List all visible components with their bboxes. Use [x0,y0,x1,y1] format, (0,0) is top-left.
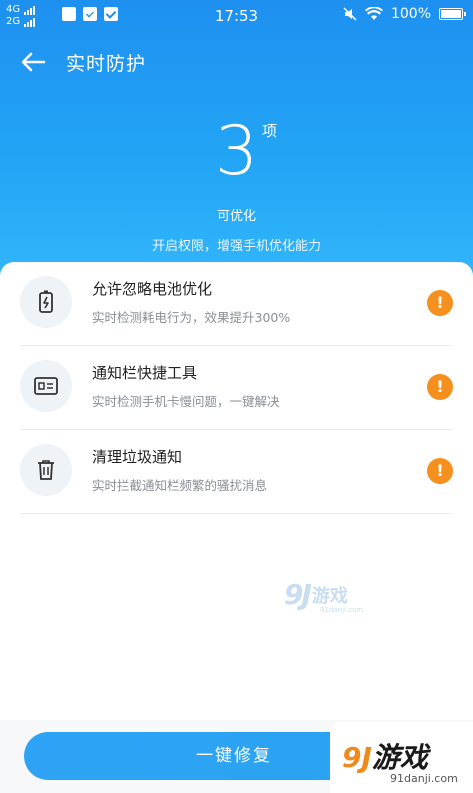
item-icon-wrapper [20,444,72,496]
watermark-url: 91danji.com [320,606,364,614]
optimizable-count: 3 [214,112,259,191]
watermark: 9J 游戏 91danji.com [284,578,363,614]
item-title: 通知栏快捷工具 [92,364,198,382]
site-logo-number: 9J [342,741,372,774]
battery-percent: 100% [390,6,431,22]
warning-icon[interactable]: ! [427,374,453,400]
list-item-clean-notifications[interactable]: 清理垃圾通知 实时拦截通知栏频繁的骚扰消息 ! [0,430,473,514]
trash-icon [38,460,54,480]
count-unit: 项 [262,122,278,140]
list-item-battery-optimization[interactable]: 允许忽略电池优化 实时检测耗电行为，效果提升300% ! [0,262,473,346]
count-caption: 可优化 [216,209,256,224]
arrow-left-icon [21,52,46,72]
warning-icon[interactable]: ! [427,458,453,484]
site-logo-text: 游戏 [371,741,428,774]
id-card-icon [34,377,58,395]
site-logo-mark: 9J游戏 [342,736,428,776]
site-logo: 9J游戏 91danji.com [330,722,473,793]
site-logo-url: 91danji.com [390,772,458,785]
warning-icon[interactable]: ! [427,290,453,316]
mute-icon [343,7,357,21]
item-title: 允许忽略电池优化 [92,280,213,298]
status-bar: 4G 2G 17:53 100% [0,0,473,32]
battery-icon [439,8,466,20]
battery-charging-icon [39,290,53,313]
item-icon-wrapper [20,360,72,412]
system-status: 100% [343,6,466,22]
item-description: 实时拦截通知栏频繁的骚扰消息 [92,478,268,493]
item-title: 清理垃圾通知 [92,448,183,466]
wifi-icon [364,7,383,20]
back-button[interactable] [18,48,48,76]
permission-hint: 开启权限，增强手机优化能力 [151,239,321,254]
item-description: 实时检测手机卡慢问题，一键解决 [92,394,280,409]
page-title: 实时防护 [66,53,147,75]
divider [20,513,453,514]
watermark-text: 游戏 [311,585,348,607]
watermark-logo: 9J [284,578,312,611]
app-header: 实时防护 [0,42,473,82]
item-description: 实时检测耗电行为，效果提升300% [92,310,291,325]
optimization-list: 允许忽略电池优化 实时检测耗电行为，效果提升300% ! 通知栏快捷工具 实时检… [0,262,473,793]
item-icon-wrapper [20,276,72,328]
list-item-notification-shortcut[interactable]: 通知栏快捷工具 实时检测手机卡慢问题，一键解决 ! [0,346,473,430]
